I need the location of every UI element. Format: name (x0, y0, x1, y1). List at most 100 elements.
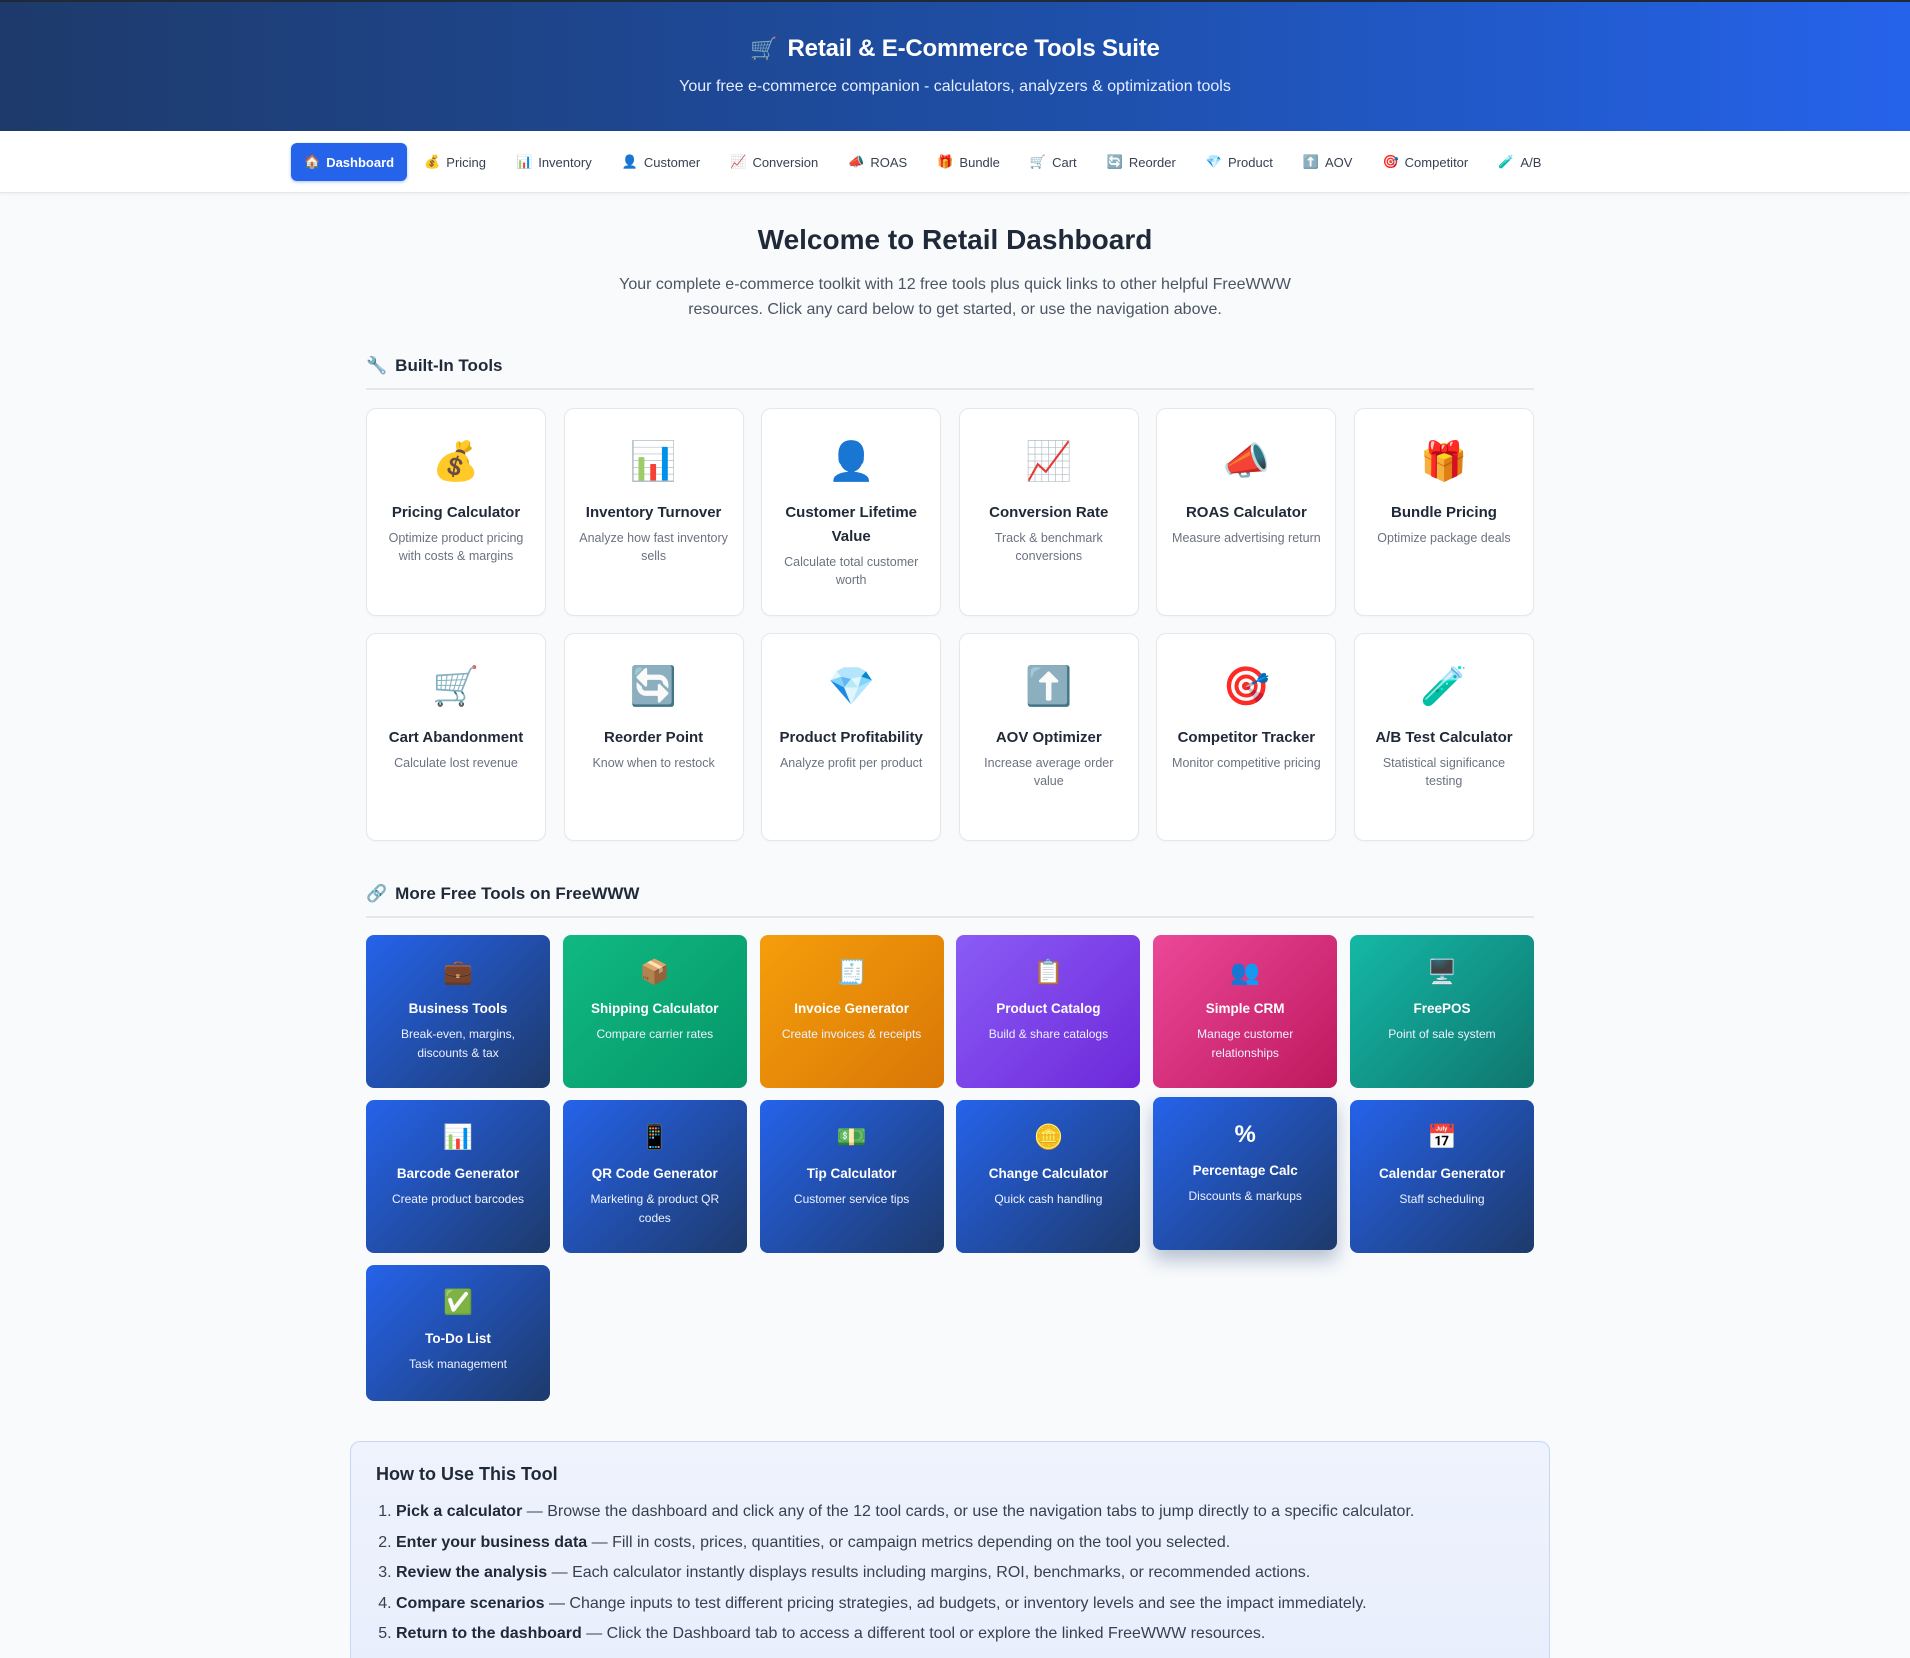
tool-card-bundle-pricing[interactable]: 🎁 Bundle Pricing Optimize package deals (1353, 408, 1534, 616)
tab-competitor[interactable]: 🎯 Competitor (1369, 143, 1481, 181)
tool-card-inventory-turnover[interactable]: 📊 Inventory Turnover Analyze how fast inve… (563, 408, 744, 616)
tool-card-desc: Analyze how fast inventory sells (579, 531, 728, 563)
link-card-change-calculator[interactable]: 🪙 Change Calculator Quick cash handling (956, 1100, 1141, 1253)
how-to-title: How to Use This Tool (376, 1464, 558, 1484)
link-card-business-tools[interactable]: 💼 Business Tools Break-even, margins, disc… (366, 935, 550, 1088)
tab-dashboard[interactable]: 🏠 Dashboard (291, 143, 408, 181)
how-to-step: Pick a calculator — Browse the dashboard… (396, 1497, 1524, 1528)
cart-icon: 🛒 (750, 36, 778, 61)
receipt-icon: 🧾 (836, 959, 867, 986)
page-title: Welcome to Retail Dashboard (757, 224, 1153, 255)
tab-cart[interactable]: 🛒 Cart (1017, 143, 1090, 181)
gift-icon: 🎁 (937, 154, 954, 169)
computer-icon: 🖥️ (1427, 959, 1457, 986)
link-card-desc: Create invoices & receipts (781, 1027, 922, 1041)
tool-card-title: A/B Test Calculator (1375, 729, 1513, 746)
link-card-desc: Compare carrier rates (596, 1027, 714, 1041)
tab-ab[interactable]: 🧪 A/B (1485, 143, 1554, 181)
link-card-calendar-generator[interactable]: 📅 Calendar Generator Staff scheduling (1349, 1100, 1534, 1253)
dollar-bill-icon: 💵 (836, 1124, 867, 1151)
target-icon: 🎯 (1222, 666, 1271, 708)
tool-card-title: Product Profitability (779, 729, 923, 746)
link-card-title: Simple CRM (1205, 1001, 1285, 1016)
person-icon: 👤 (827, 441, 875, 483)
tool-card-pricing-calculator[interactable]: 💰 Pricing Calculator Optimize product pric… (366, 408, 546, 616)
percent-icon: % (1234, 1121, 1256, 1148)
link-card-tip-calculator[interactable]: 💵 Tip Calculator Customer service tips (759, 1100, 944, 1253)
link-card-title: Barcode Generator (396, 1166, 520, 1181)
tab-inventory[interactable]: 📊 Inventory (503, 143, 605, 181)
refresh-icon: 🔄 (1106, 154, 1123, 169)
link-card-shipping-calculator[interactable]: 📦 Shipping Calculator Compare carrier rate… (562, 935, 747, 1088)
link-card-desc: Point of sale system (1388, 1027, 1496, 1041)
tool-card-title: Customer Lifetime Value (785, 504, 918, 545)
tool-card-title: Pricing Calculator (391, 504, 521, 521)
tool-card-desc: Optimize package deals (1377, 531, 1511, 545)
section-heading-more-tools: 🔗 More Free Tools on FreeWWW (366, 884, 1534, 918)
tool-card-title: Bundle Pricing (1391, 504, 1497, 521)
link-card-percentage-calc[interactable]: % Percentage Calc Discounts & markups (1153, 1097, 1338, 1250)
bar-chart-icon: 📊 (629, 441, 678, 483)
bar-chart-icon: 📊 (516, 154, 533, 169)
link-card-desc: Create product barcodes (391, 1192, 525, 1206)
tool-card-customer-lifetime-value[interactable]: 👤 Customer Lifetime Value Calculate total … (761, 408, 942, 616)
link-card-desc: Customer service tips (793, 1192, 910, 1206)
app-subtitle: Your free e-commerce companion - calcula… (679, 78, 1231, 95)
arrow-up-icon: ⬆️ (1302, 154, 1319, 169)
tab-aov[interactable]: ⬆️ AOV (1290, 143, 1366, 181)
money-bag-icon: 💰 (424, 154, 441, 169)
tool-card-desc: Measure advertising return (1172, 531, 1321, 545)
tool-card-desc: Optimize product pricing with costs & ma… (388, 531, 524, 563)
tool-card-roas-calculator[interactable]: 📣 ROAS Calculator Measure advertising retu… (1156, 408, 1337, 616)
money-bag-icon: 💰 (432, 441, 480, 483)
tool-card-reorder-point[interactable]: 🔄 Reorder Point Know when to restock (563, 633, 744, 841)
tool-card-title: Cart Abandonment (388, 729, 524, 746)
tool-card-conversion-rate[interactable]: 📈 Conversion Rate Track & benchmark conver… (958, 408, 1139, 616)
tool-card-aov-optimizer[interactable]: ⬆️ AOV Optimizer Increase average order va… (958, 633, 1139, 841)
tool-card-desc: Analyze profit per product (779, 756, 923, 770)
link-card-desc: Staff scheduling (1399, 1192, 1485, 1206)
gem-icon: 💎 (1205, 154, 1222, 169)
tool-card-cart-abandonment[interactable]: 🛒 Cart Abandonment Calculate lost revenue (366, 633, 546, 841)
tab-pricing[interactable]: 💰 Pricing (411, 143, 499, 181)
tab-roas[interactable]: 📣 ROAS (835, 143, 920, 181)
intro-text: Your complete e-commerce toolkit with 12… (619, 276, 1291, 318)
megaphone-icon: 📣 (848, 154, 865, 169)
tool-card-desc: Monitor competitive pricing (1172, 756, 1321, 770)
link-card-simple-crm[interactable]: 👥 Simple CRM Manage customer relationships (1153, 935, 1338, 1088)
link-card-desc: Quick cash handling (994, 1192, 1103, 1206)
link-card-desc: Manage customer relationships (1197, 1027, 1294, 1060)
test-tube-icon: 🧪 (1420, 666, 1468, 708)
link-card-desc: Build & share catalogs (988, 1027, 1109, 1041)
tool-card-desc: Statistical significance testing (1382, 756, 1506, 788)
link-card-freepos[interactable]: 🖥️ FreePOS Point of sale system (1349, 935, 1534, 1088)
link-card-title: Business Tools (408, 1001, 508, 1016)
check-mark-icon: ✅ (443, 1289, 473, 1316)
tool-card-product-profitability[interactable]: 💎 Product Profitability Analyze profit per… (761, 633, 942, 841)
tab-customer[interactable]: 👤 Customer (609, 143, 714, 181)
link-card-invoice-generator[interactable]: 🧾 Invoice Generator Create invoices & rece… (759, 935, 944, 1088)
home-icon: 🏠 (304, 154, 321, 169)
tool-card-competitor-tracker[interactable]: 🎯 Competitor Tracker Monitor competitive p… (1156, 633, 1337, 841)
link-icon: 🔗 (366, 884, 388, 903)
link-card-title: Product Catalog (996, 1001, 1101, 1016)
tool-card-title: Reorder Point (604, 729, 704, 746)
how-to-step: Review the analysis — Each calculator in… (396, 1558, 1524, 1589)
tab-bundle[interactable]: 🎁 Bundle (924, 143, 1013, 181)
tool-card-ab-test-calculator[interactable]: 🧪 A/B Test Calculator Statistical signific… (1353, 633, 1534, 841)
tab-product[interactable]: 💎 Product (1193, 143, 1286, 181)
tab-reorder[interactable]: 🔄 Reorder (1094, 143, 1189, 181)
link-card-qr-code-generator[interactable]: 📱 QR Code Generator Marketing & product QR… (562, 1100, 747, 1253)
refresh-icon: 🔄 (629, 666, 678, 708)
gift-icon: 🎁 (1420, 441, 1468, 483)
app-title: 🛒 Retail & E-Commerce Tools Suite (750, 35, 1160, 62)
megaphone-icon: 📣 (1222, 441, 1271, 483)
built-in-tools-grid: 💰 Pricing Calculator Optimize product pric… (366, 408, 1534, 841)
link-card-product-catalog[interactable]: 📋 Product Catalog Build & share catalogs (956, 935, 1141, 1088)
link-card-to-do-list[interactable]: ✅ To-Do List Task management (366, 1265, 550, 1401)
link-card-barcode-generator[interactable]: 📊 Barcode Generator Create product barcode… (366, 1100, 550, 1253)
briefcase-icon: 💼 (443, 959, 473, 986)
tab-conversion[interactable]: 📈 Conversion (717, 143, 831, 181)
coin-icon: 🪙 (1033, 1124, 1064, 1151)
tool-card-title: Competitor Tracker (1177, 729, 1316, 746)
